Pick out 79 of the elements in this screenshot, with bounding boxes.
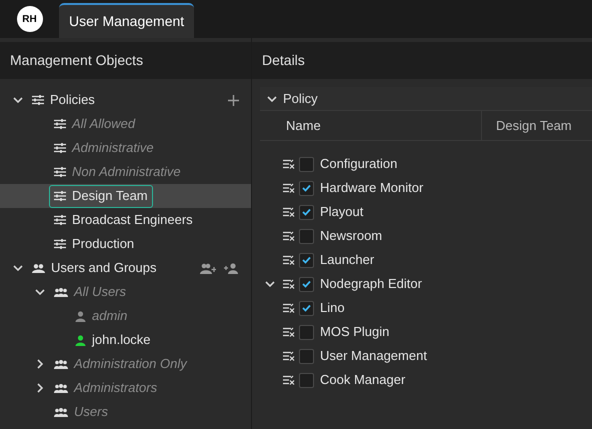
list-check-icon xyxy=(283,327,295,337)
tree-item[interactable]: Policies xyxy=(27,88,100,112)
add-user-icon[interactable] xyxy=(224,262,239,274)
chevron-down-icon[interactable] xyxy=(267,94,277,104)
checkbox[interactable] xyxy=(299,204,314,220)
column-header[interactable]: Design Team xyxy=(482,111,572,140)
tree-item[interactable]: Non Administrative xyxy=(49,160,186,184)
list-check-icon xyxy=(283,375,295,385)
permission-label: Cook Manager xyxy=(320,371,406,390)
chevron-right-icon[interactable] xyxy=(35,359,45,369)
group-icon xyxy=(54,288,68,296)
checkbox[interactable] xyxy=(299,276,314,292)
permission-label: Newsroom xyxy=(320,227,382,246)
add-group-icon[interactable] xyxy=(200,262,216,274)
tree-item[interactable]: Broadcast Engineers xyxy=(49,208,198,232)
permission-label: MOS Plugin xyxy=(320,323,390,342)
permission-label: Configuration xyxy=(320,155,398,174)
list-check-icon xyxy=(283,303,295,313)
chevron-down-icon[interactable] xyxy=(265,279,275,289)
checkbox[interactable] xyxy=(299,156,314,172)
tree-item[interactable]: All Users xyxy=(49,280,132,304)
sliders-icon xyxy=(54,119,66,129)
tab[interactable]: User Management xyxy=(59,3,194,38)
sliders-icon xyxy=(54,191,66,201)
sliders-icon xyxy=(54,167,66,177)
tree-item[interactable]: Administrators xyxy=(49,376,162,400)
list-check-icon xyxy=(283,279,295,289)
checkbox[interactable] xyxy=(299,252,314,268)
chevron-down-icon[interactable] xyxy=(35,287,45,297)
group-icon xyxy=(54,360,68,368)
checkbox[interactable] xyxy=(299,372,314,388)
permission-label: Hardware Monitor xyxy=(320,179,424,198)
list-check-icon xyxy=(283,159,295,169)
tree-item[interactable]: admin xyxy=(70,304,132,328)
tree-item[interactable]: Administrative xyxy=(49,136,159,160)
panel-header: Details xyxy=(252,42,592,79)
list-check-icon xyxy=(283,255,295,265)
column-header[interactable]: Name xyxy=(260,111,482,140)
sliders-icon xyxy=(54,239,66,249)
sliders-icon xyxy=(32,95,44,105)
permission-label: Launcher xyxy=(320,251,374,270)
permission-label: Playout xyxy=(320,203,364,222)
group-icon xyxy=(54,408,68,416)
sliders-icon xyxy=(54,215,66,225)
chevron-right-icon[interactable] xyxy=(35,383,45,393)
checkbox[interactable] xyxy=(299,348,314,364)
user-icon xyxy=(75,334,86,346)
permission-label: Lino xyxy=(320,299,345,318)
permission-label: Nodegraph Editor xyxy=(320,275,422,294)
chevron-down-icon[interactable] xyxy=(13,95,23,105)
checkmark-icon xyxy=(302,304,311,312)
tree-item[interactable]: All Allowed xyxy=(49,112,140,136)
tree-item[interactable]: Administration Only xyxy=(49,352,192,376)
chevron-down-icon[interactable] xyxy=(13,263,23,273)
group-icon xyxy=(54,384,68,392)
sliders-icon xyxy=(54,143,66,153)
checkmark-icon xyxy=(302,280,311,288)
list-check-icon xyxy=(283,351,295,361)
user-icon xyxy=(75,310,86,322)
checkbox[interactable] xyxy=(299,180,314,196)
tree-item[interactable]: Users and Groups xyxy=(27,256,162,280)
list-check-icon xyxy=(283,231,295,241)
tree-item[interactable]: john.locke xyxy=(70,328,156,352)
panel-header: Management Objects xyxy=(0,42,251,79)
checkbox[interactable] xyxy=(299,228,314,244)
add-icon[interactable] xyxy=(228,94,239,106)
checkmark-icon xyxy=(302,256,311,264)
logo: RH xyxy=(16,6,42,32)
checkbox[interactable] xyxy=(299,300,314,316)
checkbox[interactable] xyxy=(299,324,314,340)
permission-label: User Management xyxy=(320,347,427,366)
checkmark-icon xyxy=(302,208,311,216)
list-check-icon xyxy=(283,183,295,193)
list-check-icon xyxy=(283,207,295,217)
tree-item[interactable]: Production xyxy=(49,232,140,256)
users-icon xyxy=(32,264,45,272)
tree-item[interactable]: Users xyxy=(49,400,113,424)
checkmark-icon xyxy=(302,184,311,192)
tree-item[interactable]: Design Team xyxy=(49,184,153,208)
